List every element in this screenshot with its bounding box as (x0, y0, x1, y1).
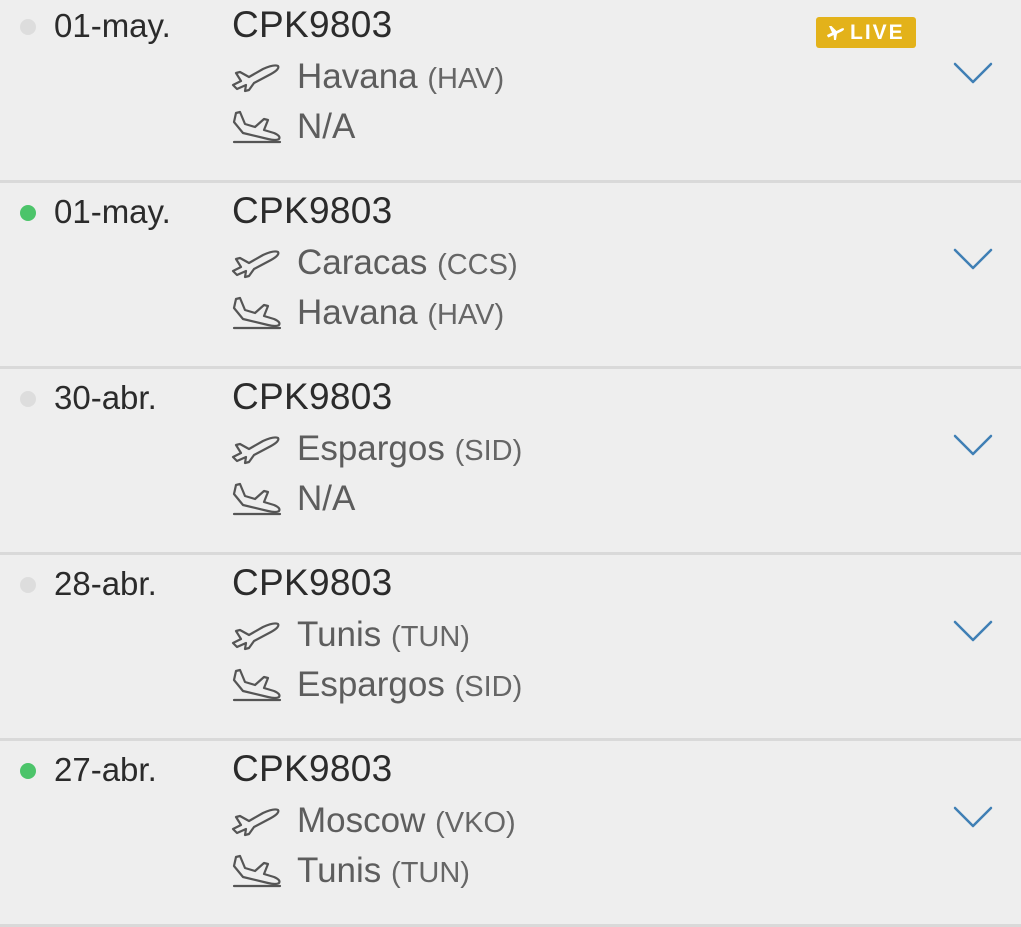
chevron-down-icon[interactable] (952, 432, 994, 458)
departure-city: Moscow (297, 801, 426, 840)
arrival-icon (232, 854, 282, 888)
flight-date: 27-abr. (54, 751, 157, 788)
departure-icon (231, 64, 280, 93)
departure-city: Espargos (297, 429, 445, 468)
departure-code: (SID) (454, 435, 523, 467)
arrival-code: (HAV) (427, 299, 505, 331)
departure-code: (CCS) (437, 249, 518, 281)
departure-code: (VKO) (435, 807, 516, 839)
status-dot (20, 763, 36, 779)
flight-date: 01-may. (54, 193, 171, 230)
arrival-city: Havana (297, 293, 418, 332)
flight-number: CPK9803 (232, 748, 393, 789)
arrival-code: (SID) (454, 671, 523, 703)
flight-date: 30-abr. (54, 379, 157, 416)
arrival-city: N/A (297, 479, 356, 518)
live-badge: LIVE (816, 17, 916, 48)
arrival-city: Espargos (297, 665, 445, 704)
status-dot (20, 205, 36, 221)
chevron-down-icon[interactable] (952, 246, 994, 272)
status-dot (20, 19, 36, 35)
departure-icon (231, 436, 280, 465)
flight-date: 28-abr. (54, 565, 157, 602)
flight-number: CPK9803 (232, 562, 393, 603)
chevron-down-icon[interactable] (952, 618, 994, 644)
status-dot (20, 577, 36, 593)
status-dot (20, 391, 36, 407)
departure-city: Havana (297, 57, 418, 96)
arrival-icon (232, 110, 282, 144)
flight-date: 01-may. (54, 7, 171, 44)
departure-icon (231, 250, 280, 279)
arrival-city: Tunis (297, 851, 382, 890)
departure-code: (TUN) (391, 621, 470, 653)
departure-city: Tunis (297, 615, 382, 654)
flight-row[interactable]: 28-abr. CPK9803 Tunis (TUN) Espargos (SI… (0, 558, 1021, 741)
departure-icon (231, 808, 280, 837)
flight-number: CPK9803 (232, 376, 393, 417)
live-badge-label: LIVE (850, 21, 905, 44)
flight-number: CPK9803 (232, 190, 393, 231)
arrival-icon (232, 668, 282, 702)
arrival-city: N/A (297, 107, 356, 146)
arrival-code: (TUN) (391, 857, 470, 889)
arrival-icon (232, 296, 282, 330)
chevron-down-icon[interactable] (952, 804, 994, 830)
flight-row[interactable]: 30-abr. CPK9803 Espargos (SID) N/A (0, 372, 1021, 555)
flight-row[interactable]: 01-may. CPK9803 Caracas (CCS) Havana (HA… (0, 186, 1021, 369)
departure-city: Caracas (297, 243, 428, 282)
flight-row[interactable]: 01-may. CPK9803 Havana (HAV) N/A LIVE (0, 0, 1021, 183)
airplane-icon (827, 26, 844, 40)
arrival-icon (232, 482, 282, 516)
chevron-down-icon[interactable] (952, 60, 994, 86)
departure-icon (231, 622, 280, 651)
flight-history-list: 01-may. CPK9803 Havana (HAV) N/A LIVE 01… (0, 0, 1021, 927)
flight-row[interactable]: 27-abr. CPK9803 Moscow (VKO) Tunis (TUN) (0, 744, 1021, 927)
departure-code: (HAV) (427, 63, 505, 95)
flight-number: CPK9803 (232, 4, 393, 45)
